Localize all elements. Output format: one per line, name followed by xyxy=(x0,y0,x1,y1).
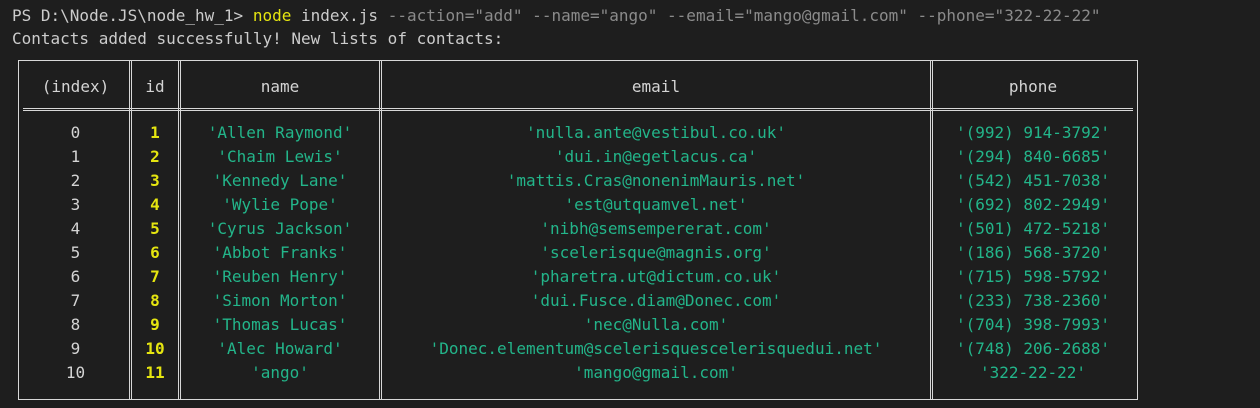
contacts-table: (index) id name email phone 0 1 'Allen Raymond'… xyxy=(18,60,1138,400)
table-cell-index: 1 xyxy=(70,147,81,166)
table-cell-name: 'Chaim Lewis' xyxy=(217,147,343,166)
table-cell-name: 'ango' xyxy=(251,363,309,382)
table-cell-id: 7 xyxy=(150,267,160,286)
table-cell-name: 'Allen Raymond' xyxy=(207,123,353,142)
table-cell-phone: '(186) 568-3720' xyxy=(955,243,1111,262)
table-cell-name: 'Wylie Pope' xyxy=(222,195,338,214)
table-header-name: name xyxy=(260,77,300,96)
table-cell-email: 'est@utquamvel.net' xyxy=(564,195,748,214)
table-cell-phone: '(501) 472-5218' xyxy=(955,219,1111,238)
table-cell-phone: '322-22-22' xyxy=(980,363,1086,382)
table-header-index: (index) xyxy=(41,77,110,96)
table-cell-email: 'Donec.elementum@scelerisquescelerisqued… xyxy=(429,339,883,358)
table-cell-email: 'mango@gmail.com' xyxy=(574,363,738,382)
command-name: node xyxy=(252,6,292,25)
table-cell-id: 2 xyxy=(150,147,160,166)
table-cell-phone: '(992) 914-3792' xyxy=(955,123,1111,142)
table-cell-phone: '(748) 206-2688' xyxy=(955,339,1111,358)
table-cell-email: 'mattis.Cras@nonenimMauris.net' xyxy=(506,171,806,190)
table-cell-id: 1 xyxy=(150,123,160,142)
table-cell-index: 6 xyxy=(70,267,81,286)
terminal-window[interactable]: PS D:\Node.JS\node_hw_1> node index.js -… xyxy=(0,0,1260,408)
table-column-divider xyxy=(178,61,181,399)
table-header-divider xyxy=(23,108,1133,111)
table-cell-id: 8 xyxy=(150,291,160,310)
table-cell-index: 3 xyxy=(70,195,81,214)
table-cell-index: 4 xyxy=(70,219,81,238)
table-cell-email: 'nulla.ante@vestibul.co.uk' xyxy=(525,123,787,142)
table-header-id: id xyxy=(145,77,165,96)
table-column-divider xyxy=(129,61,132,399)
table-cell-phone: '(704) 398-7993' xyxy=(955,315,1111,334)
table-cell-name: 'Reuben Henry' xyxy=(212,267,348,286)
command-file: index.js xyxy=(291,6,388,25)
table-cell-name: 'Thomas Lucas' xyxy=(212,315,348,334)
table-cell-id: 11 xyxy=(145,363,165,382)
table-cell-phone: '(294) 840-6685' xyxy=(955,147,1111,166)
table-cell-phone: '(692) 802-2949' xyxy=(955,195,1111,214)
table-cell-phone: '(233) 738-2360' xyxy=(955,291,1111,310)
table-cell-index: 0 xyxy=(70,123,81,142)
table-cell-id: 10 xyxy=(145,339,165,358)
table-cell-name: 'Cyrus Jackson' xyxy=(207,219,353,238)
table-cell-phone: '(542) 451-7038' xyxy=(955,171,1111,190)
table-cell-email: 'nec@Nulla.com' xyxy=(583,315,729,334)
table-column-divider xyxy=(930,61,933,399)
table-cell-name: 'Abbot Franks' xyxy=(212,243,348,262)
prompt-path: PS D:\Node.JS\node_hw_1> xyxy=(12,6,253,25)
table-cell-phone: '(715) 598-5792' xyxy=(955,267,1111,286)
table-cell-name: 'Simon Morton' xyxy=(212,291,348,310)
table-cell-index: 9 xyxy=(70,339,81,358)
command-prompt-line: PS D:\Node.JS\node_hw_1> node index.js -… xyxy=(12,5,1101,27)
table-cell-email: 'dui.in@egetlacus.ca' xyxy=(554,147,758,166)
table-cell-email: 'scelerisque@magnis.org' xyxy=(540,243,772,262)
table-cell-name: 'Alec Howard' xyxy=(217,339,343,358)
table-cell-index: 10 xyxy=(65,363,86,382)
command-arguments: --action="add" --name="ango" --email="ma… xyxy=(387,6,1101,25)
table-header-email: email xyxy=(631,77,681,96)
table-cell-name: 'Kennedy Lane' xyxy=(212,171,348,190)
table-cell-id: 9 xyxy=(150,315,160,334)
table-cell-index: 5 xyxy=(70,243,81,262)
output-message: Contacts added successfully! New lists o… xyxy=(12,29,504,48)
table-cell-index: 7 xyxy=(70,291,81,310)
table-cell-id: 6 xyxy=(150,243,160,262)
table-cell-id: 3 xyxy=(150,171,160,190)
table-cell-index: 2 xyxy=(70,171,81,190)
table-header-phone: phone xyxy=(1008,77,1058,96)
table-cell-index: 8 xyxy=(70,315,81,334)
table-cell-email: 'dui.Fusce.diam@Donec.com' xyxy=(530,291,782,310)
table-cell-id: 4 xyxy=(150,195,160,214)
table-column-divider xyxy=(379,61,382,399)
table-cell-email: 'pharetra.ut@dictum.co.uk' xyxy=(530,267,782,286)
table-cell-id: 5 xyxy=(150,219,160,238)
table-cell-email: 'nibh@semsempererat.com' xyxy=(540,219,772,238)
